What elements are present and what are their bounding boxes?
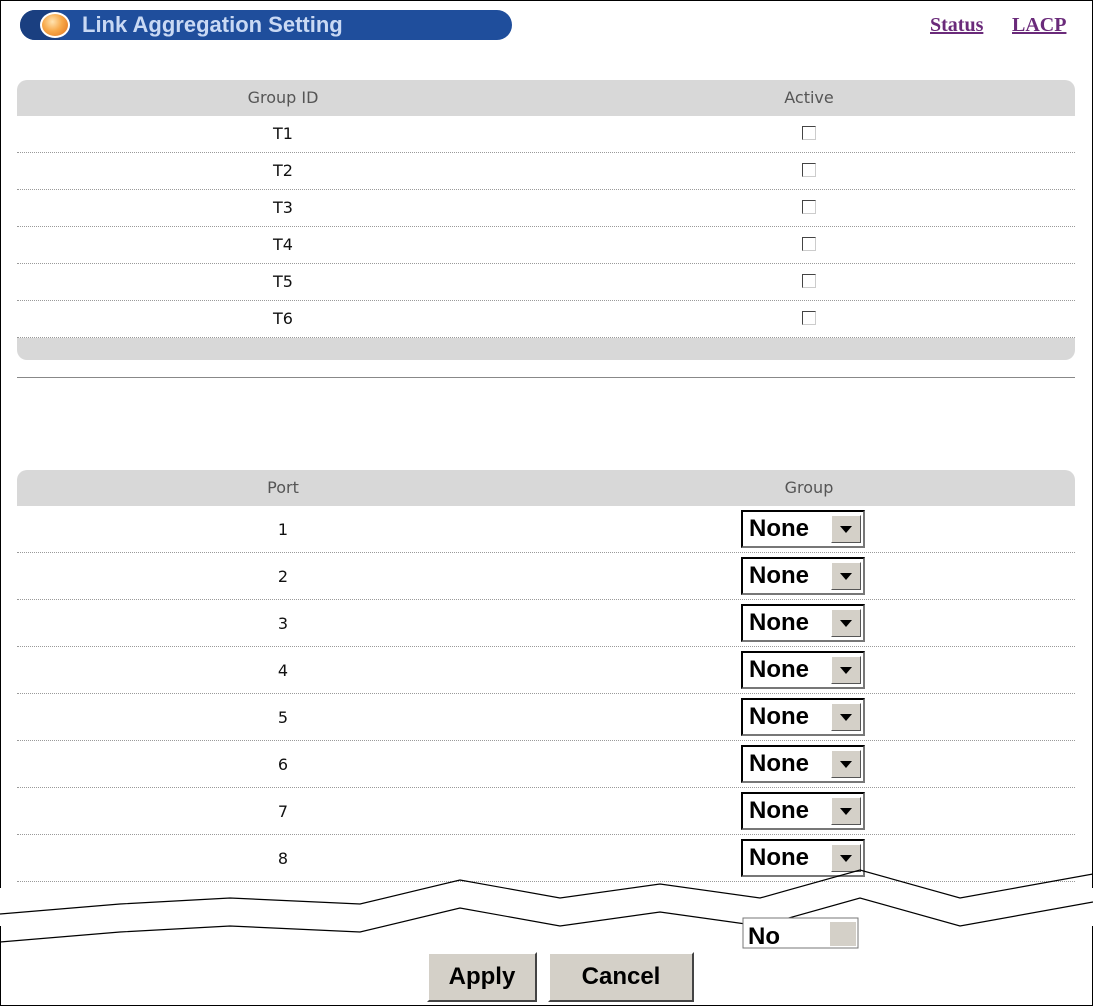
status-link[interactable]: Status	[930, 14, 983, 37]
port-table-header: Port Group	[17, 470, 1075, 506]
port-cell: 6	[277, 755, 289, 774]
group-id-cell: T5	[273, 272, 293, 291]
group-select[interactable]: None	[741, 698, 865, 736]
dropdown-arrow-icon[interactable]	[831, 750, 861, 778]
port-cell: 7	[277, 802, 289, 821]
port-row: 7 None	[17, 788, 1075, 835]
dropdown-arrow-icon[interactable]	[831, 656, 861, 684]
group-table-header: Group ID Active	[17, 80, 1075, 116]
dropdown-arrow-icon[interactable]	[831, 703, 861, 731]
group-select-value: None	[749, 609, 809, 636]
active-checkbox[interactable]	[802, 311, 816, 325]
group-row: T3	[17, 190, 1075, 227]
group-id-cell: T1	[273, 124, 293, 143]
group-row: T1	[17, 116, 1075, 153]
group-select-value: None	[749, 797, 809, 824]
active-checkbox[interactable]	[802, 126, 816, 140]
partial-select-arrow	[830, 922, 856, 946]
group-id-cell: T6	[273, 309, 293, 328]
group-id-cell: T4	[273, 235, 293, 254]
active-checkbox[interactable]	[802, 200, 816, 214]
page-title: Link Aggregation Setting	[82, 12, 343, 37]
port-row: 4 None	[17, 647, 1075, 694]
group-column-header: Group	[784, 478, 834, 497]
port-cell: 5	[277, 708, 289, 727]
group-table: Group ID Active T1 T2 T3 T4 T5 T6	[17, 80, 1075, 360]
active-checkbox[interactable]	[802, 274, 816, 288]
group-select-value: None	[749, 656, 809, 683]
group-select-value: None	[749, 562, 809, 589]
group-select-value: None	[749, 750, 809, 777]
apply-button[interactable]: Apply	[427, 952, 537, 1002]
port-row: 5 None	[17, 694, 1075, 741]
lacp-link[interactable]: LACP	[1012, 14, 1066, 37]
port-cell: 4	[277, 661, 289, 680]
group-row: T2	[17, 153, 1075, 190]
dropdown-arrow-icon[interactable]	[831, 515, 861, 543]
group-id-cell: T2	[273, 161, 293, 180]
group-row: T5	[17, 264, 1075, 301]
orb-icon	[40, 12, 70, 38]
port-cell: 2	[277, 567, 289, 586]
port-column-header: Port	[267, 478, 299, 497]
active-column-header: Active	[784, 88, 834, 107]
port-row: 3 None	[17, 600, 1075, 647]
group-select-value: None	[749, 703, 809, 730]
port-cell: 1	[277, 520, 289, 539]
group-row: T6	[17, 301, 1075, 338]
group-select[interactable]: None	[741, 745, 865, 783]
dropdown-arrow-icon[interactable]	[831, 797, 861, 825]
group-select-value: None	[749, 515, 809, 542]
group-select[interactable]: None	[741, 557, 865, 595]
title-bar: Link Aggregation Setting	[20, 10, 512, 40]
cancel-button[interactable]: Cancel	[548, 952, 694, 1002]
group-id-column-header: Group ID	[247, 88, 319, 107]
port-row: 1 None	[17, 506, 1075, 553]
dropdown-arrow-icon[interactable]	[831, 562, 861, 590]
group-select[interactable]: None	[741, 604, 865, 642]
active-checkbox[interactable]	[802, 163, 816, 177]
port-table: Port Group 1 None 2 None 3 None 4 None 5 None 6 Non…	[17, 470, 1075, 882]
port-row: 6 None	[17, 741, 1075, 788]
port-cell: 3	[277, 614, 289, 633]
break-gap	[0, 888, 1093, 926]
group-select[interactable]: None	[741, 651, 865, 689]
port-row: 2 None	[17, 553, 1075, 600]
dropdown-arrow-icon[interactable]	[831, 609, 861, 637]
active-checkbox[interactable]	[802, 237, 816, 251]
group-table-footer	[17, 338, 1075, 360]
section-divider	[17, 377, 1075, 378]
partial-select-value: No	[748, 923, 780, 950]
group-row: T4	[17, 227, 1075, 264]
group-select[interactable]: None	[741, 792, 865, 830]
page-break-marks: No	[0, 869, 1093, 950]
group-id-cell: T3	[273, 198, 293, 217]
group-select[interactable]: None	[741, 510, 865, 548]
